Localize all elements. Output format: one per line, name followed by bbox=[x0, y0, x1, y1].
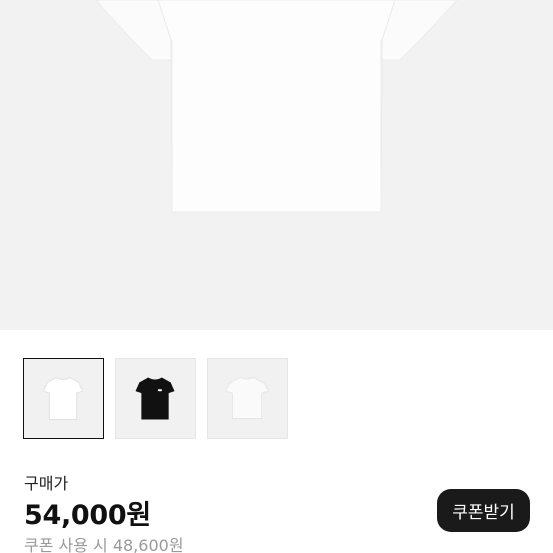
price-value: 54,000원 bbox=[24, 500, 151, 531]
thumbnail-white-tshirt[interactable] bbox=[23, 358, 104, 439]
tshirt-icon bbox=[224, 376, 270, 419]
price-label: 구매가 bbox=[24, 474, 69, 493]
tshirt-illustration bbox=[95, 0, 458, 213]
product-main-image[interactable] bbox=[0, 0, 553, 330]
tshirt-icon bbox=[135, 377, 175, 420]
thumbnail-black-tshirt[interactable] bbox=[115, 358, 196, 439]
thumbnail-strip bbox=[0, 330, 553, 460]
coupon-price-text: 쿠폰 사용 시 48,600원 bbox=[24, 536, 184, 553]
get-coupon-button[interactable]: 쿠폰받기 bbox=[437, 489, 530, 532]
tshirt-icon bbox=[42, 376, 84, 420]
thumbnail-white-tshirt-back[interactable] bbox=[207, 358, 288, 439]
